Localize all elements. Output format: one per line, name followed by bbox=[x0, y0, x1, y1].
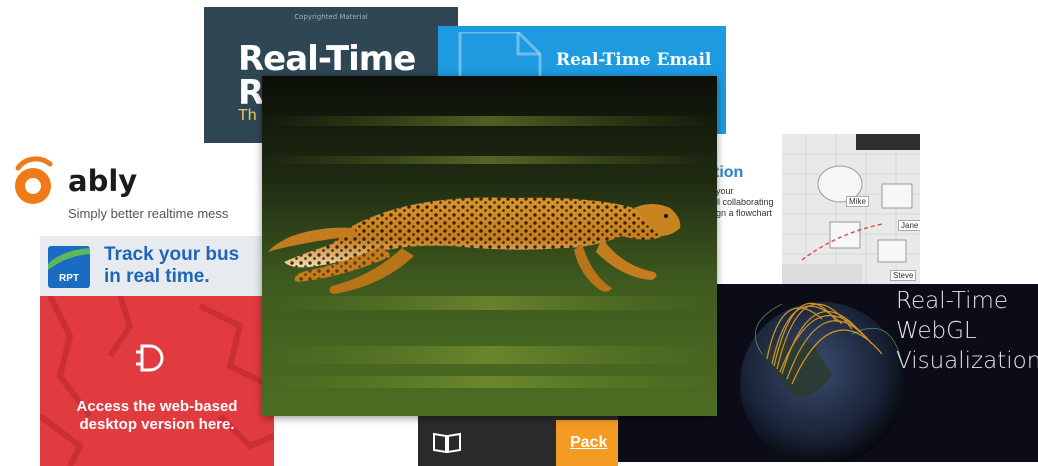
book-subtitle: Th bbox=[238, 107, 257, 124]
cursor-label-mike: Mike bbox=[846, 196, 869, 207]
flowchart-intro-panel: tion your ll collaborating gn a flowchar… bbox=[706, 134, 782, 284]
flowchart-heading: tion bbox=[714, 164, 744, 181]
flowchart-text-line2: ll collaborating bbox=[716, 197, 774, 207]
flowchart-description: your ll collaborating gn a flowchart bbox=[716, 186, 786, 219]
bus-headline: Track your bus in real time. bbox=[104, 244, 239, 288]
globe-visualization bbox=[740, 302, 904, 462]
street-map-background bbox=[40, 296, 274, 466]
webgl-title-line2: WebGL bbox=[896, 318, 977, 344]
ably-card[interactable]: ably Simply better realtime mess bbox=[0, 148, 270, 232]
rpt-logo: RPT bbox=[48, 246, 90, 288]
packt-label: Pack bbox=[570, 434, 608, 451]
webgl-card-title: Real-Time WebGL Visualizations bbox=[896, 286, 1038, 376]
book-title: Real-Time bbox=[238, 39, 416, 79]
ably-tagline: Simply better realtime mess bbox=[68, 206, 229, 221]
flowchart-text-line1: your bbox=[716, 186, 734, 196]
cheetah-photo bbox=[262, 76, 717, 416]
email-card-title: Real-Time Email bbox=[556, 50, 712, 70]
packt-card[interactable]: Pack bbox=[418, 414, 618, 466]
flowchart-card[interactable]: tion your ll collaborating gn a flowchar… bbox=[706, 134, 920, 284]
bus-card-header: RPT Track your bus in real time. bbox=[40, 236, 274, 296]
cursor-label-steve: Steve bbox=[890, 270, 917, 281]
bus-headline-line1: Track your bus bbox=[104, 244, 240, 265]
bus-access-line1: Access the web-based bbox=[76, 398, 238, 415]
webgl-title-line3: Visualizations bbox=[896, 348, 1038, 374]
webgl-title-line1: Real-Time bbox=[896, 288, 1009, 314]
bus-headline-line2: in real time. bbox=[104, 266, 210, 287]
flowchart-text-line3: gn a flowchart bbox=[716, 208, 773, 218]
cheetah-running-image bbox=[262, 76, 717, 416]
ably-logo-icon bbox=[15, 156, 53, 204]
cursor-label-jane: Jane bbox=[898, 220, 920, 231]
open-book-icon bbox=[433, 432, 461, 454]
bus-access-text: Access the web-based desktop version her… bbox=[40, 398, 274, 434]
dashboard-d-icon bbox=[136, 344, 164, 372]
copyright-text: Copyrighted Material bbox=[294, 13, 368, 21]
rpt-stripe-icon bbox=[48, 248, 90, 270]
bus-access-line2: desktop version here. bbox=[79, 416, 235, 433]
bus-tracking-card[interactable]: RPT Track your bus in real time. Access … bbox=[40, 236, 274, 466]
rpt-logo-text: RPT bbox=[59, 273, 79, 284]
ably-brand-name: ably bbox=[68, 164, 138, 198]
